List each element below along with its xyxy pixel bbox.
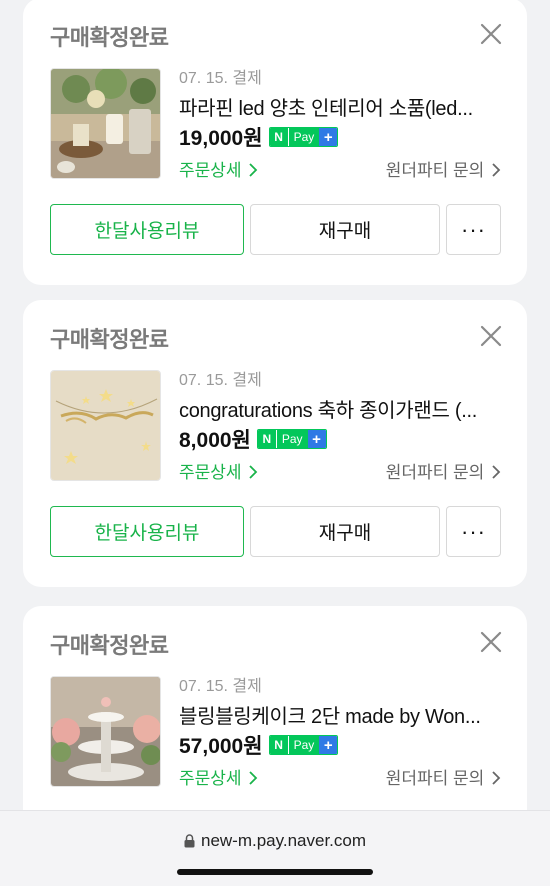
product-price: 19,000원 (179, 127, 263, 150)
seller-inquiry-link[interactable]: 원더파티 문의 (386, 458, 501, 483)
npay-pay-label: Pay (287, 736, 320, 754)
product-price: 8,000원 (179, 429, 251, 452)
product-title[interactable]: 파라핀 led 양초 인테리어 소품(led... (179, 92, 499, 121)
npay-pay-label: Pay (275, 430, 308, 448)
monthly-review-button[interactable]: 한달사용리뷰 (50, 506, 244, 557)
rebuy-button[interactable]: 재구매 (250, 204, 440, 255)
chevron-right-icon (249, 163, 258, 177)
chevron-right-icon (249, 465, 258, 479)
chevron-right-icon (492, 163, 501, 177)
order-detail-link[interactable]: 주문상세 (179, 156, 258, 181)
seller-inquiry-label: 원더파티 문의 (385, 161, 485, 180)
npay-n-label: N (257, 430, 276, 448)
seller-inquiry-link[interactable]: 원더파티 문의 (386, 764, 501, 789)
chevron-right-icon (249, 771, 258, 785)
order-detail-label: 주문상세 (179, 161, 242, 180)
payment-date: 07. 15. 결제 (179, 372, 262, 389)
product-price: 57,000원 (179, 735, 263, 758)
npay-plus-label: + (307, 430, 326, 448)
product-title[interactable]: congraturations 축하 종이가랜드 (... (179, 394, 499, 423)
npay-badge: N Pay + (268, 127, 339, 147)
price-row: 19,000원 N Pay + (179, 122, 339, 152)
order-status: 구매확정완료 (50, 25, 169, 50)
payment-date: 07. 15. 결제 (179, 678, 262, 695)
home-indicator[interactable] (177, 869, 373, 875)
close-icon[interactable] (477, 628, 505, 656)
rebuy-button[interactable]: 재구매 (250, 506, 440, 557)
url-text: new-m.pay.naver.com (200, 831, 367, 850)
npay-badge: N Pay + (268, 735, 339, 755)
npay-pay-label: Pay (287, 128, 320, 146)
payment-date: 07. 15. 결제 (179, 70, 262, 87)
npay-badge: N Pay + (256, 429, 327, 449)
more-options-button[interactable]: ··· (446, 204, 501, 255)
lock-icon (184, 834, 195, 848)
product-title[interactable]: 블링블링케이크 2단 made by Won... (179, 700, 499, 729)
order-detail-label: 주문상세 (179, 769, 242, 788)
npay-plus-label: + (319, 736, 338, 754)
url-bar[interactable]: new-m.pay.naver.com (0, 831, 550, 851)
price-row: 8,000원 N Pay + (179, 424, 327, 454)
order-card: 구매확정완료 07. 15. 결제 congraturations 축하 종이가… (23, 300, 527, 587)
chevron-right-icon (492, 465, 501, 479)
more-options-button[interactable]: ··· (446, 506, 501, 557)
npay-n-label: N (269, 128, 288, 146)
order-detail-link[interactable]: 주문상세 (179, 458, 258, 483)
product-thumbnail[interactable] (50, 676, 161, 787)
close-icon[interactable] (477, 20, 505, 48)
npay-plus-label: + (319, 128, 338, 146)
browser-bottom-bar: new-m.pay.naver.com (0, 810, 550, 886)
order-status: 구매확정완료 (50, 327, 169, 352)
seller-inquiry-label: 원더파티 문의 (385, 769, 485, 788)
seller-inquiry-link[interactable]: 원더파티 문의 (386, 156, 501, 181)
order-status: 구매확정완료 (50, 633, 169, 658)
order-detail-link[interactable]: 주문상세 (179, 764, 258, 789)
monthly-review-button[interactable]: 한달사용리뷰 (50, 204, 244, 255)
product-thumbnail[interactable] (50, 370, 161, 481)
chevron-right-icon (492, 771, 501, 785)
price-row: 57,000원 N Pay + (179, 730, 339, 760)
product-thumbnail[interactable] (50, 68, 161, 179)
order-card: 구매확정완료 07. 15. 결제 파라핀 led 양초 인테리어 소품(led… (23, 0, 527, 285)
npay-n-label: N (269, 736, 288, 754)
seller-inquiry-label: 원더파티 문의 (385, 463, 485, 482)
close-icon[interactable] (477, 322, 505, 350)
order-detail-label: 주문상세 (179, 463, 242, 482)
